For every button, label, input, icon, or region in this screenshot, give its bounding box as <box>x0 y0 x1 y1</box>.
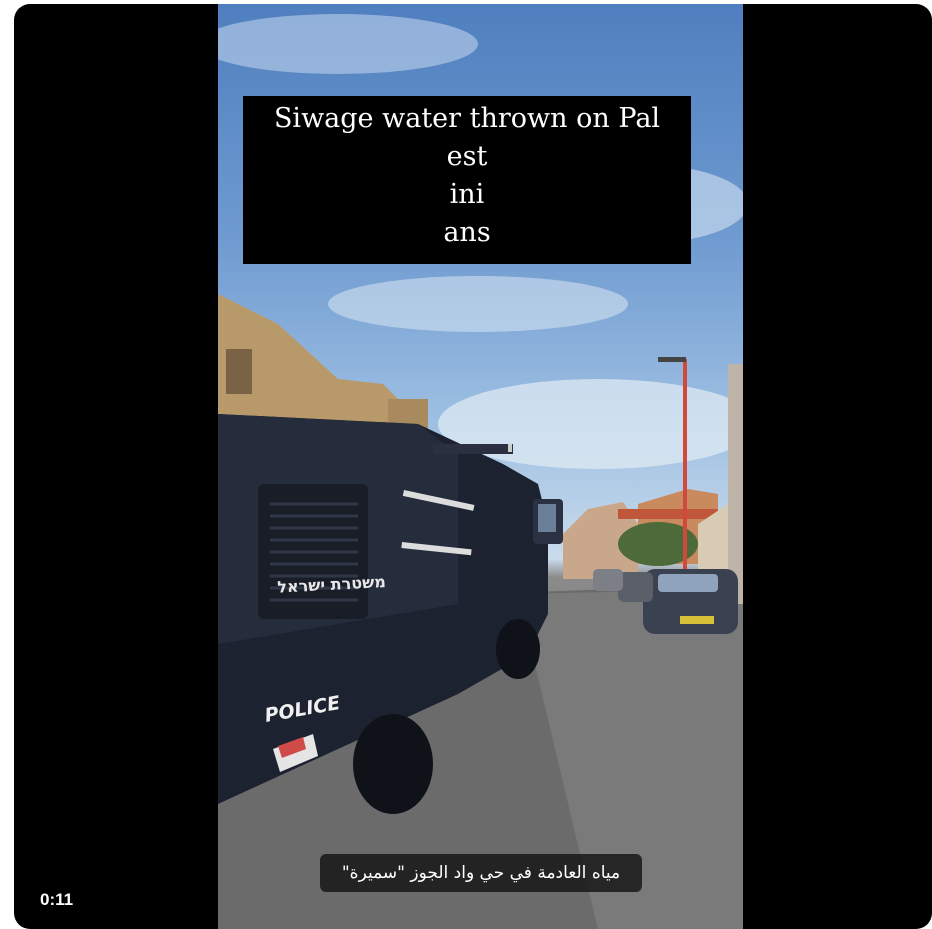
car-window <box>658 574 718 592</box>
video-player[interactable]: משטרת ישראל POLICE Siwage water thrown o… <box>14 4 932 929</box>
license-plate <box>680 616 714 624</box>
video-frame[interactable]: משטרת ישראל POLICE Siwage water thrown o… <box>218 4 743 929</box>
right-wall <box>728 364 743 604</box>
elapsed-time: 0:11 <box>40 890 74 909</box>
caption-line: ans <box>443 217 491 248</box>
caption-overlay: Siwage water thrown on Pal est ini ans <box>243 96 691 264</box>
cloud <box>328 276 628 332</box>
window <box>226 349 252 394</box>
lamp-post <box>683 359 687 574</box>
caption-line: ini <box>449 179 485 210</box>
video-subtitle: مياه العادمة في حي واد الجوز "سميرة" <box>320 854 642 892</box>
lamp-head <box>658 357 686 362</box>
caption-line: est <box>446 141 488 172</box>
roof <box>618 509 718 519</box>
parked-car <box>618 572 653 602</box>
caption-line: Siwage water thrown on Pal <box>273 103 661 134</box>
parked-car <box>593 569 623 591</box>
cloud <box>218 14 478 74</box>
